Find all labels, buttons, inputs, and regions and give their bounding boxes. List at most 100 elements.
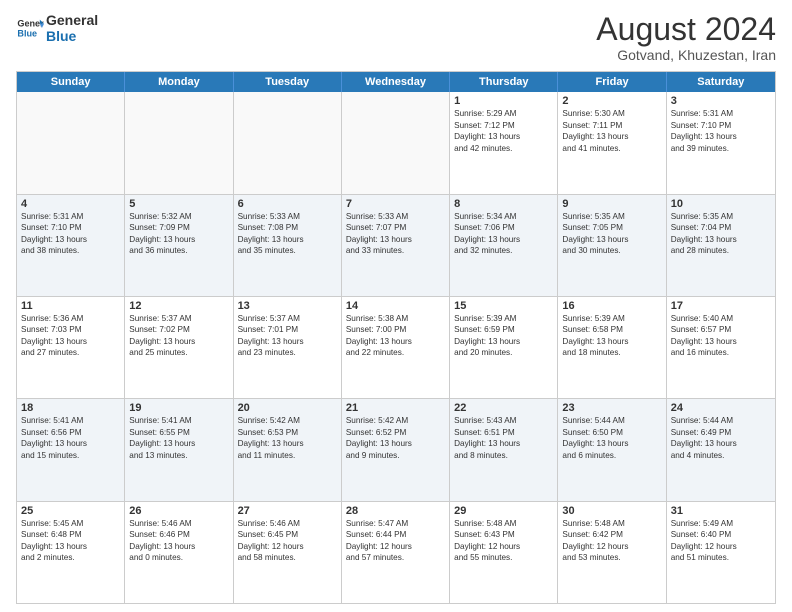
day-number: 20 <box>238 402 337 414</box>
day-number: 10 <box>671 198 771 210</box>
day-info: Sunrise: 5:31 AM Sunset: 7:10 PM Dayligh… <box>671 108 771 154</box>
cal-row-2: 4Sunrise: 5:31 AM Sunset: 7:10 PM Daylig… <box>17 195 775 297</box>
cal-cell-29: 29Sunrise: 5:48 AM Sunset: 6:43 PM Dayli… <box>450 502 558 603</box>
cal-cell-14: 14Sunrise: 5:38 AM Sunset: 7:00 PM Dayli… <box>342 297 450 398</box>
cal-cell-2: 2Sunrise: 5:30 AM Sunset: 7:11 PM Daylig… <box>558 92 666 193</box>
day-info: Sunrise: 5:33 AM Sunset: 7:08 PM Dayligh… <box>238 211 337 257</box>
day-info: Sunrise: 5:48 AM Sunset: 6:43 PM Dayligh… <box>454 518 553 564</box>
cal-cell-18: 18Sunrise: 5:41 AM Sunset: 6:56 PM Dayli… <box>17 399 125 500</box>
day-info: Sunrise: 5:46 AM Sunset: 6:46 PM Dayligh… <box>129 518 228 564</box>
day-info: Sunrise: 5:45 AM Sunset: 6:48 PM Dayligh… <box>21 518 120 564</box>
cal-cell-19: 19Sunrise: 5:41 AM Sunset: 6:55 PM Dayli… <box>125 399 233 500</box>
day-info: Sunrise: 5:48 AM Sunset: 6:42 PM Dayligh… <box>562 518 661 564</box>
cal-cell-1: 1Sunrise: 5:29 AM Sunset: 7:12 PM Daylig… <box>450 92 558 193</box>
cal-row-4: 18Sunrise: 5:41 AM Sunset: 6:56 PM Dayli… <box>17 399 775 501</box>
cal-cell-30: 30Sunrise: 5:48 AM Sunset: 6:42 PM Dayli… <box>558 502 666 603</box>
day-number: 31 <box>671 505 771 517</box>
location: Gotvand, Khuzestan, Iran <box>596 47 776 63</box>
cal-cell-21: 21Sunrise: 5:42 AM Sunset: 6:52 PM Dayli… <box>342 399 450 500</box>
day-number: 16 <box>562 300 661 312</box>
cal-cell-25: 25Sunrise: 5:45 AM Sunset: 6:48 PM Dayli… <box>17 502 125 603</box>
header-day-saturday: Saturday <box>667 72 775 92</box>
day-number: 8 <box>454 198 553 210</box>
day-info: Sunrise: 5:31 AM Sunset: 7:10 PM Dayligh… <box>21 211 120 257</box>
cal-cell-empty-0-1 <box>125 92 233 193</box>
header-day-thursday: Thursday <box>450 72 558 92</box>
header: General Blue General Blue August 2024 Go… <box>16 12 776 63</box>
day-number: 27 <box>238 505 337 517</box>
cal-row-5: 25Sunrise: 5:45 AM Sunset: 6:48 PM Dayli… <box>17 502 775 603</box>
day-info: Sunrise: 5:36 AM Sunset: 7:03 PM Dayligh… <box>21 313 120 359</box>
header-day-monday: Monday <box>125 72 233 92</box>
logo-blue: Blue <box>46 28 98 44</box>
day-number: 1 <box>454 95 553 107</box>
cal-cell-5: 5Sunrise: 5:32 AM Sunset: 7:09 PM Daylig… <box>125 195 233 296</box>
day-info: Sunrise: 5:41 AM Sunset: 6:56 PM Dayligh… <box>21 415 120 461</box>
cal-cell-23: 23Sunrise: 5:44 AM Sunset: 6:50 PM Dayli… <box>558 399 666 500</box>
cal-cell-27: 27Sunrise: 5:46 AM Sunset: 6:45 PM Dayli… <box>234 502 342 603</box>
cal-cell-15: 15Sunrise: 5:39 AM Sunset: 6:59 PM Dayli… <box>450 297 558 398</box>
day-info: Sunrise: 5:49 AM Sunset: 6:40 PM Dayligh… <box>671 518 771 564</box>
day-info: Sunrise: 5:29 AM Sunset: 7:12 PM Dayligh… <box>454 108 553 154</box>
cal-cell-31: 31Sunrise: 5:49 AM Sunset: 6:40 PM Dayli… <box>667 502 775 603</box>
day-number: 5 <box>129 198 228 210</box>
cal-cell-28: 28Sunrise: 5:47 AM Sunset: 6:44 PM Dayli… <box>342 502 450 603</box>
cal-cell-3: 3Sunrise: 5:31 AM Sunset: 7:10 PM Daylig… <box>667 92 775 193</box>
page: General Blue General Blue August 2024 Go… <box>0 0 792 612</box>
cal-cell-12: 12Sunrise: 5:37 AM Sunset: 7:02 PM Dayli… <box>125 297 233 398</box>
day-info: Sunrise: 5:44 AM Sunset: 6:49 PM Dayligh… <box>671 415 771 461</box>
calendar-header: SundayMondayTuesdayWednesdayThursdayFrid… <box>17 72 775 92</box>
cal-cell-10: 10Sunrise: 5:35 AM Sunset: 7:04 PM Dayli… <box>667 195 775 296</box>
day-number: 19 <box>129 402 228 414</box>
cal-cell-20: 20Sunrise: 5:42 AM Sunset: 6:53 PM Dayli… <box>234 399 342 500</box>
day-info: Sunrise: 5:42 AM Sunset: 6:52 PM Dayligh… <box>346 415 445 461</box>
day-number: 11 <box>21 300 120 312</box>
header-day-friday: Friday <box>558 72 666 92</box>
day-number: 4 <box>21 198 120 210</box>
svg-text:Blue: Blue <box>17 28 37 38</box>
day-info: Sunrise: 5:35 AM Sunset: 7:04 PM Dayligh… <box>671 211 771 257</box>
title-block: August 2024 Gotvand, Khuzestan, Iran <box>596 12 776 63</box>
logo-general: General <box>46 12 98 28</box>
day-info: Sunrise: 5:32 AM Sunset: 7:09 PM Dayligh… <box>129 211 228 257</box>
day-number: 22 <box>454 402 553 414</box>
day-info: Sunrise: 5:46 AM Sunset: 6:45 PM Dayligh… <box>238 518 337 564</box>
cal-cell-empty-0-2 <box>234 92 342 193</box>
cal-cell-11: 11Sunrise: 5:36 AM Sunset: 7:03 PM Dayli… <box>17 297 125 398</box>
header-day-tuesday: Tuesday <box>234 72 342 92</box>
day-info: Sunrise: 5:42 AM Sunset: 6:53 PM Dayligh… <box>238 415 337 461</box>
cal-cell-13: 13Sunrise: 5:37 AM Sunset: 7:01 PM Dayli… <box>234 297 342 398</box>
cal-row-1: 1Sunrise: 5:29 AM Sunset: 7:12 PM Daylig… <box>17 92 775 194</box>
month-year: August 2024 <box>596 12 776 47</box>
cal-cell-6: 6Sunrise: 5:33 AM Sunset: 7:08 PM Daylig… <box>234 195 342 296</box>
cal-cell-24: 24Sunrise: 5:44 AM Sunset: 6:49 PM Dayli… <box>667 399 775 500</box>
day-number: 14 <box>346 300 445 312</box>
day-number: 25 <box>21 505 120 517</box>
day-number: 6 <box>238 198 337 210</box>
day-number: 3 <box>671 95 771 107</box>
logo-icon: General Blue <box>16 14 44 42</box>
day-number: 28 <box>346 505 445 517</box>
calendar-body: 1Sunrise: 5:29 AM Sunset: 7:12 PM Daylig… <box>17 92 775 603</box>
day-info: Sunrise: 5:33 AM Sunset: 7:07 PM Dayligh… <box>346 211 445 257</box>
day-number: 2 <box>562 95 661 107</box>
day-info: Sunrise: 5:30 AM Sunset: 7:11 PM Dayligh… <box>562 108 661 154</box>
header-day-wednesday: Wednesday <box>342 72 450 92</box>
day-info: Sunrise: 5:35 AM Sunset: 7:05 PM Dayligh… <box>562 211 661 257</box>
day-number: 21 <box>346 402 445 414</box>
cal-cell-9: 9Sunrise: 5:35 AM Sunset: 7:05 PM Daylig… <box>558 195 666 296</box>
day-number: 9 <box>562 198 661 210</box>
day-info: Sunrise: 5:38 AM Sunset: 7:00 PM Dayligh… <box>346 313 445 359</box>
cal-cell-22: 22Sunrise: 5:43 AM Sunset: 6:51 PM Dayli… <box>450 399 558 500</box>
day-number: 26 <box>129 505 228 517</box>
day-number: 18 <box>21 402 120 414</box>
day-info: Sunrise: 5:41 AM Sunset: 6:55 PM Dayligh… <box>129 415 228 461</box>
cal-cell-16: 16Sunrise: 5:39 AM Sunset: 6:58 PM Dayli… <box>558 297 666 398</box>
day-info: Sunrise: 5:43 AM Sunset: 6:51 PM Dayligh… <box>454 415 553 461</box>
day-number: 29 <box>454 505 553 517</box>
day-number: 30 <box>562 505 661 517</box>
day-info: Sunrise: 5:37 AM Sunset: 7:02 PM Dayligh… <box>129 313 228 359</box>
day-info: Sunrise: 5:39 AM Sunset: 6:59 PM Dayligh… <box>454 313 553 359</box>
day-number: 12 <box>129 300 228 312</box>
cal-cell-empty-0-3 <box>342 92 450 193</box>
